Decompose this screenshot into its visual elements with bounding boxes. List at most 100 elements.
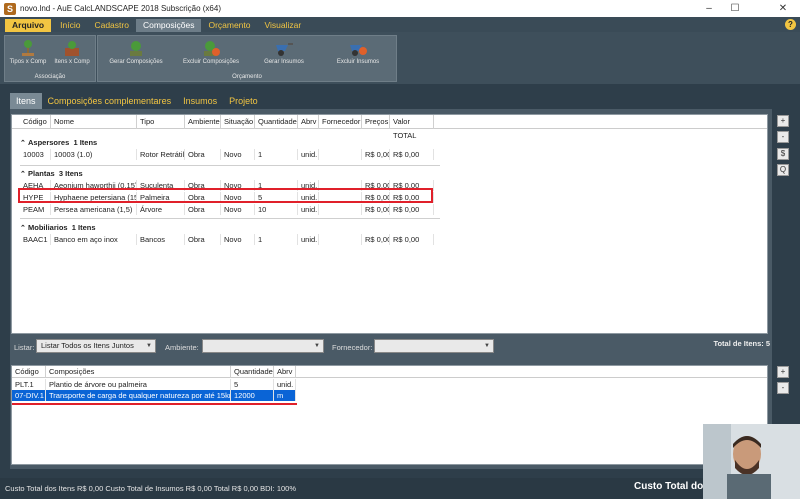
col-precos[interactable]: Preços <box>362 115 390 129</box>
collapse-caret-icon[interactable]: ⌃ <box>20 169 28 180</box>
cell-situacao: Novo <box>221 149 255 160</box>
col-abrv[interactable]: Abrv <box>274 366 296 378</box>
table-row[interactable]: PLT.1 Plantio de árvore ou palmeira 5 un… <box>12 379 767 390</box>
tab-arquivo[interactable]: Arquivo <box>5 19 52 32</box>
ribbon-group-orcamento: Gerar Composições Excluir Composições Ge… <box>97 35 397 82</box>
chevron-down-icon: ▼ <box>146 343 152 349</box>
tab-projeto[interactable]: Projeto <box>223 93 264 109</box>
cell-fornecedor <box>319 234 362 245</box>
cell-abrv: unid. <box>274 379 296 390</box>
col-quantidade[interactable]: Quantidade <box>255 115 298 129</box>
ribbon-group-label: Orçamento <box>232 74 262 80</box>
listar-label: Listar: <box>14 343 35 352</box>
plant-icon <box>22 40 34 56</box>
maximize-button[interactable]: ☐ <box>722 0 748 17</box>
total-items-label: Total de Itens: 5 <box>713 339 770 348</box>
search-button[interactable]: Q <box>777 164 789 176</box>
tab-composicoes-complementares[interactable]: Composições complementares <box>42 93 178 109</box>
add-item-button[interactable]: + <box>777 115 789 127</box>
cell-valor-total: R$ 0,00 <box>390 204 434 215</box>
col-quantidade[interactable]: Quantidade <box>231 366 274 378</box>
cell-fornecedor <box>319 204 362 215</box>
group-divider <box>20 165 440 166</box>
tab-cadastro[interactable]: Cadastro <box>87 19 136 32</box>
cell-abrv: unid. <box>298 204 319 215</box>
col-codigo[interactable]: Código <box>12 366 46 378</box>
listar-select[interactable]: Listar Todos os Itens Juntos ▼ <box>36 339 156 353</box>
col-tipo[interactable]: Tipo <box>137 115 185 129</box>
collapse-caret-icon[interactable]: ⌃ <box>20 223 28 234</box>
col-fornecedor[interactable]: Fornecedor <box>319 115 362 129</box>
col-nome[interactable]: Nome <box>51 115 137 129</box>
minimize-button[interactable]: – <box>696 0 722 17</box>
tab-inicio[interactable]: Início <box>53 19 87 32</box>
tab-insumos[interactable]: Insumos <box>177 93 223 109</box>
table-row-selected[interactable]: 07-DIV.1 Transporte de carga de qualquer… <box>12 390 767 401</box>
tab-composicoes[interactable]: Composições <box>135 19 202 32</box>
title-bar: S novo.lnd - AuE CalcLANDSCAPE 2018 Subs… <box>0 0 800 17</box>
tab-itens[interactable]: Itens <box>10 93 42 109</box>
ambiente-select[interactable]: ▼ <box>202 339 324 353</box>
compositions-table-header: Código Composições Quantidade Abrv <box>12 366 767 378</box>
group-count: 3 Itens <box>58 169 83 178</box>
col-valor-total[interactable]: Valor TOTAL <box>390 115 434 140</box>
cell-fornecedor <box>319 149 362 160</box>
group-divider <box>20 218 440 219</box>
excluir-composicoes-label: Excluir Composições <box>182 59 240 65</box>
cell-tipo: Rotor Retrátil <box>137 149 185 160</box>
tab-visualizar[interactable]: Visualizar <box>258 19 309 32</box>
excluir-composicoes-button[interactable]: Excluir Composições <box>178 39 244 66</box>
remove-item-button[interactable]: - <box>777 131 789 143</box>
quantity-input[interactable]: 12000 <box>231 390 274 401</box>
close-button[interactable]: ✕ <box>770 0 796 17</box>
group-count: 1 Itens <box>71 223 96 232</box>
group-header-mobiliarios[interactable]: ⌃ Mobiliarios 1 Itens <box>12 222 96 233</box>
help-icon[interactable]: ? <box>785 19 796 30</box>
cell-ambiente: Obra <box>185 234 221 245</box>
cell-codigo: 07-DIV.1 <box>12 390 46 401</box>
col-codigo[interactable]: Código <box>20 115 51 129</box>
cell-abrv: m <box>274 390 296 401</box>
tab-orcamento[interactable]: Orçamento <box>201 19 257 32</box>
collapse-caret-icon[interactable]: ⌃ <box>20 138 28 149</box>
col-ambiente[interactable]: Ambiente <box>185 115 221 129</box>
cell-precos: R$ 0,00 <box>362 149 390 160</box>
fornecedor-select[interactable]: ▼ <box>374 339 494 353</box>
cell-tipo: Árvore <box>137 204 185 215</box>
cell-quantidade: 5 <box>231 379 274 390</box>
itens-x-comp-button[interactable]: Itens x Comp <box>51 39 93 66</box>
group-count: 1 Itens <box>73 138 98 147</box>
fornecedor-label: Fornecedor: <box>332 343 373 352</box>
add-composition-button[interactable]: + <box>777 366 789 378</box>
table-row[interactable]: 10003 10003 (1.0) Rotor Retrátil Obra No… <box>12 149 767 160</box>
group-title: Mobiliarios <box>28 223 68 232</box>
remove-composition-button[interactable]: - <box>777 382 789 394</box>
wheelbarrow-icon <box>276 43 293 56</box>
app-logo-icon: S <box>4 2 16 15</box>
col-situacao[interactable]: Situação <box>221 115 255 129</box>
group-header-plantas[interactable]: ⌃ Plantas 3 Itens <box>12 168 83 179</box>
cell-quantidade: 1 <box>255 149 298 160</box>
group-header-aspersores[interactable]: ⌃ Aspersores 1 Itens <box>12 137 97 148</box>
gerar-composicoes-button[interactable]: Gerar Composições <box>106 39 166 66</box>
red-underline-annotation <box>12 403 297 405</box>
group-title: Plantas <box>28 169 55 178</box>
gerar-insumos-label: Gerar Insumos <box>264 59 304 65</box>
col-abrv[interactable]: Abrv <box>298 115 319 129</box>
cell-situacao: Novo <box>221 204 255 215</box>
cell-tipo: Bancos <box>137 234 185 245</box>
cell-quantidade: 10 <box>255 204 298 215</box>
table-row[interactable]: PEAM Persea americana (1,5) Árvore Obra … <box>12 204 767 215</box>
excluir-insumos-icon <box>350 45 367 56</box>
tipos-x-comp-button[interactable]: Tipos x Comp <box>8 39 48 66</box>
price-button[interactable]: $ <box>777 148 789 160</box>
table-row[interactable]: BAAC1 Banco em aço inox Bancos Obra Novo… <box>12 234 767 245</box>
cell-valor-total: R$ 0,00 <box>390 234 434 245</box>
excluir-insumos-button[interactable]: Excluir Insumos <box>328 39 388 66</box>
gerar-insumos-button[interactable]: Gerar Insumos <box>256 39 312 66</box>
cell-nome: Persea americana (1,5) <box>51 204 137 215</box>
col-composicoes[interactable]: Composições <box>46 366 231 378</box>
cell-codigo: PEAM <box>20 204 51 215</box>
cell-nome: Banco em aço inox <box>51 234 137 245</box>
ribbon-group-associacao: Tipos x Comp Itens x Comp Associação <box>4 35 96 82</box>
